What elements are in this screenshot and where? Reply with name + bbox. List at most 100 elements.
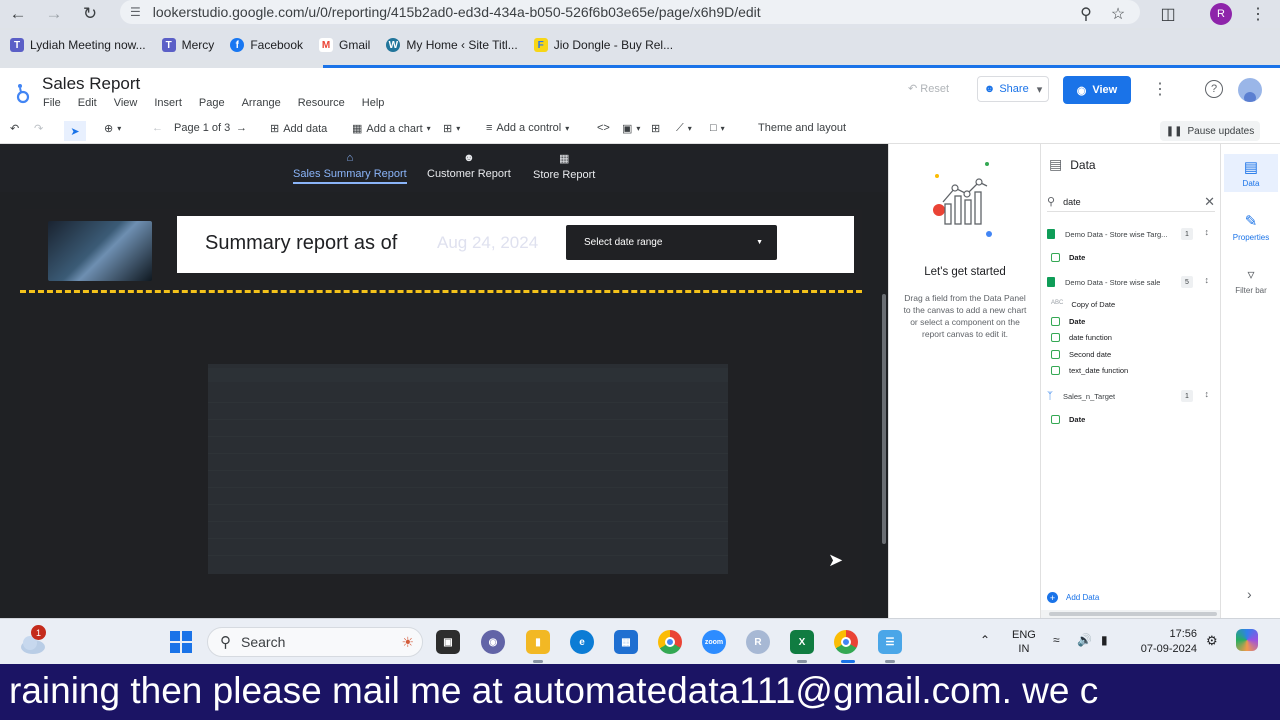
site-settings-icon[interactable]: ☰ <box>130 5 141 19</box>
menu-help[interactable]: Help <box>362 97 385 109</box>
collapse-icon[interactable]: ↕ <box>1205 227 1210 237</box>
field-item[interactable]: Date <box>1051 314 1085 328</box>
community-viz-button[interactable]: ⊞ ▾ <box>443 122 460 135</box>
bookmark-item[interactable]: M Gmail <box>319 38 370 52</box>
menu-file[interactable]: File <box>43 97 61 109</box>
language-indicator[interactable]: ENG IN <box>1012 628 1036 656</box>
meet-chat-icon[interactable]: ◉ <box>481 630 505 654</box>
chevron-right-icon[interactable]: › <box>1247 586 1252 602</box>
zoom-icon[interactable]: ⚲ <box>1074 2 1098 26</box>
field-item[interactable]: Date <box>1051 412 1085 426</box>
data-source-row[interactable]: ᛉ Sales_n_Target 1 ↕ <box>1047 388 1215 404</box>
help-icon[interactable]: ? <box>1205 80 1223 98</box>
summary-title[interactable]: Summary report as of <box>205 232 397 255</box>
bookmark-item[interactable]: T Lydiah Meeting now... <box>10 38 146 52</box>
bookmark-item[interactable]: T Mercy <box>161 38 214 52</box>
share-button[interactable]: ☻ Share ▾ <box>977 76 1049 102</box>
excel-icon[interactable]: X <box>790 630 814 654</box>
data-source-row[interactable]: Demo Data - Store wise sale 5 ↕ <box>1047 274 1215 290</box>
bookmark-item[interactable]: W My Home ‹ Site Titl... <box>386 38 518 52</box>
field-search-box[interactable]: ⚲ ✕ <box>1047 192 1215 212</box>
menu-resource[interactable]: Resource <box>298 97 345 109</box>
more-options-icon[interactable]: ⋮ <box>1152 79 1168 99</box>
taskbar-search-box[interactable]: ⚲ Search ☀ <box>207 627 423 657</box>
chevron-down-icon[interactable]: ▾ <box>1037 83 1043 96</box>
page-indicator[interactable]: Page 1 of 3 <box>174 122 230 134</box>
theme-and-layout-button[interactable]: Theme and layout <box>758 122 846 134</box>
notepad-icon[interactable]: ☰ <box>878 630 902 654</box>
back-arrow-icon[interactable]: ← <box>0 0 36 28</box>
chrome-icon[interactable] <box>658 630 682 654</box>
zoom-tool[interactable]: ⊕ ▾ <box>104 122 121 135</box>
reset-button[interactable]: ↶ Reset <box>908 82 949 95</box>
looker-studio-logo-icon[interactable] <box>14 82 32 104</box>
field-item[interactable]: text_date function <box>1051 363 1128 377</box>
zoom-app-icon[interactable]: zoom <box>702 630 726 654</box>
bookmark-item[interactable]: f Facebook <box>230 38 303 52</box>
data-source-row[interactable]: Demo Data - Store wise Targ... 1 ↕ <box>1047 226 1215 242</box>
address-bar[interactable]: ☰ lookerstudio.google.com/u/0/reporting/… <box>120 0 1140 24</box>
header-image[interactable] <box>48 221 152 281</box>
page-tab-customer-report[interactable]: ☻ Customer Report <box>427 152 511 180</box>
undo-icon[interactable]: ↶ <box>10 122 19 135</box>
bookmark-star-icon[interactable]: ☆ <box>1106 2 1130 26</box>
report-page[interactable]: Summary report as of Aug 24, 2024 Select… <box>20 209 862 618</box>
extensions-icon[interactable]: ◫ <box>1156 2 1180 26</box>
line-icon[interactable]: ⟋ ▾ <box>676 122 692 135</box>
chevron-up-icon[interactable]: ⌃ <box>980 633 990 647</box>
user-avatar[interactable] <box>1238 78 1262 102</box>
copilot-icon[interactable] <box>1236 629 1258 651</box>
menu-arrange[interactable]: Arrange <box>242 97 281 109</box>
reload-icon[interactable]: ↻ <box>72 0 108 28</box>
rail-filter-bar[interactable]: ▿ Filter bar <box>1224 262 1278 299</box>
edge-icon[interactable]: e <box>570 630 594 654</box>
next-page-icon[interactable]: → <box>236 122 247 134</box>
horizontal-scrollbar[interactable] <box>1041 610 1221 618</box>
field-item[interactable]: date function <box>1051 330 1112 344</box>
image-icon[interactable]: ▣ ▾ <box>622 122 640 135</box>
profile-avatar[interactable]: R <box>1210 3 1232 25</box>
collapse-icon[interactable]: ↕ <box>1205 389 1210 399</box>
field-item[interactable]: Date <box>1051 250 1085 264</box>
report-title[interactable]: Sales Report <box>42 74 140 94</box>
menu-edit[interactable]: Edit <box>78 97 97 109</box>
divider-line[interactable] <box>20 290 862 293</box>
bookmark-item[interactable]: F Jio Dongle - Buy Rel... <box>533 38 673 52</box>
store-app-icon[interactable]: ▦ <box>614 630 638 654</box>
field-item[interactable]: Second date <box>1051 347 1111 361</box>
chrome-profile-icon[interactable] <box>834 630 858 654</box>
page-tab-store-report[interactable]: ▦ Store Report <box>533 152 595 181</box>
windows-start-icon[interactable] <box>170 631 192 653</box>
system-clock[interactable]: 17:56 07-09-2024 <box>1133 627 1197 657</box>
canvas-scrollbar[interactable] <box>882 294 886 544</box>
date-range-control[interactable]: Select date range ▼ <box>566 225 777 260</box>
forward-arrow-icon[interactable]: → <box>36 0 72 28</box>
close-icon[interactable]: ✕ <box>1204 194 1215 210</box>
collapse-icon[interactable]: ↕ <box>1205 275 1210 285</box>
field-search-input[interactable] <box>1063 196 1205 207</box>
chrome-menu-icon[interactable]: ⋮ <box>1248 2 1268 26</box>
battery-icon[interactable]: ▮ <box>1101 633 1108 647</box>
header-card[interactable]: Summary report as of Aug 24, 2024 Select… <box>177 216 854 273</box>
data-table-placeholder[interactable] <box>208 364 728 574</box>
add-control-button[interactable]: ≡ Add a control ▾ <box>486 122 569 134</box>
menu-insert[interactable]: Insert <box>154 97 182 109</box>
add-data-button[interactable]: + Add Data <box>1047 592 1099 603</box>
redo-icon[interactable]: ↷ <box>34 122 43 135</box>
embed-code-icon[interactable]: <> <box>597 122 610 134</box>
volume-icon[interactable]: 🔊 <box>1077 633 1092 647</box>
summary-date[interactable]: Aug 24, 2024 <box>437 233 538 253</box>
previous-page-icon[interactable]: ← <box>152 122 163 134</box>
shape-icon[interactable]: □ ▾ <box>710 122 725 134</box>
select-cursor-icon[interactable]: ➤ <box>64 121 86 141</box>
report-canvas[interactable]: ⌂ Sales Summary Report ☻ Customer Report… <box>0 144 888 618</box>
text-box-icon[interactable]: ⊞ <box>651 122 660 135</box>
add-chart-button[interactable]: ▦ Add a chart ▾ <box>352 122 431 136</box>
notification-bell-icon[interactable]: ⚙ <box>1206 633 1218 649</box>
menu-page[interactable]: Page <box>199 97 225 109</box>
task-view-icon[interactable]: ▣ <box>436 630 460 654</box>
wifi-icon[interactable]: ≈ <box>1053 633 1060 647</box>
r-app-icon[interactable]: R <box>746 630 770 654</box>
pause-updates-button[interactable]: ❚❚ Pause updates <box>1160 121 1260 141</box>
add-data-button[interactable]: ⊞ Add data <box>270 122 327 136</box>
